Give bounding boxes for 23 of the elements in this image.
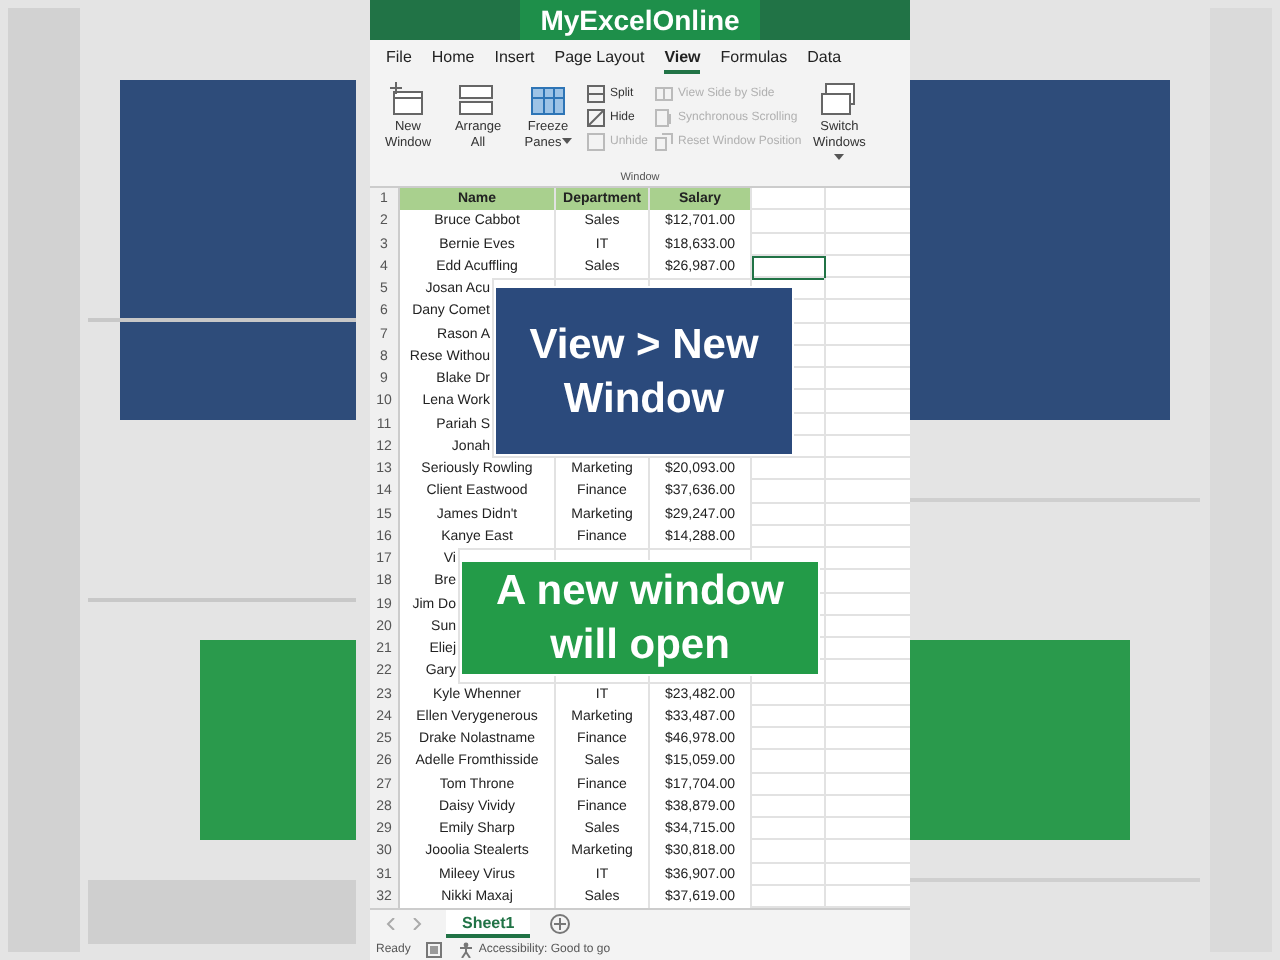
- callout-banner: A new window will open: [460, 560, 820, 676]
- sync-scroll-icon: [654, 108, 675, 128]
- ribbon-tab[interactable]: Page Layout: [554, 43, 645, 73]
- ribbon-tab[interactable]: Formulas: [720, 43, 788, 73]
- caret-icon: [561, 138, 572, 146]
- accessibility-icon: [458, 941, 475, 957]
- split-icon: [586, 84, 606, 104]
- callout-banner: View > New Window: [494, 286, 794, 456]
- macro-icon[interactable]: [426, 941, 443, 957]
- hide-icon: [586, 108, 606, 128]
- add-sheet-icon[interactable]: [550, 914, 571, 934]
- unhide-icon: [586, 132, 606, 152]
- ribbon-tab[interactable]: Insert: [494, 43, 535, 73]
- ribbon-tab[interactable]: File: [386, 43, 412, 73]
- active-cell[interactable]: [752, 255, 826, 280]
- reset-window-icon: [654, 132, 675, 152]
- app-title: MyExcelOnline: [520, 0, 760, 40]
- ribbon-tab[interactable]: Data: [807, 43, 842, 73]
- side-by-side-icon: [654, 84, 675, 104]
- caret-icon: [834, 154, 845, 162]
- sheet-nav-icon[interactable]: [386, 918, 426, 930]
- sheet-tab[interactable]: Sheet1: [446, 910, 531, 938]
- ribbon-tab[interactable]: Home: [431, 43, 475, 73]
